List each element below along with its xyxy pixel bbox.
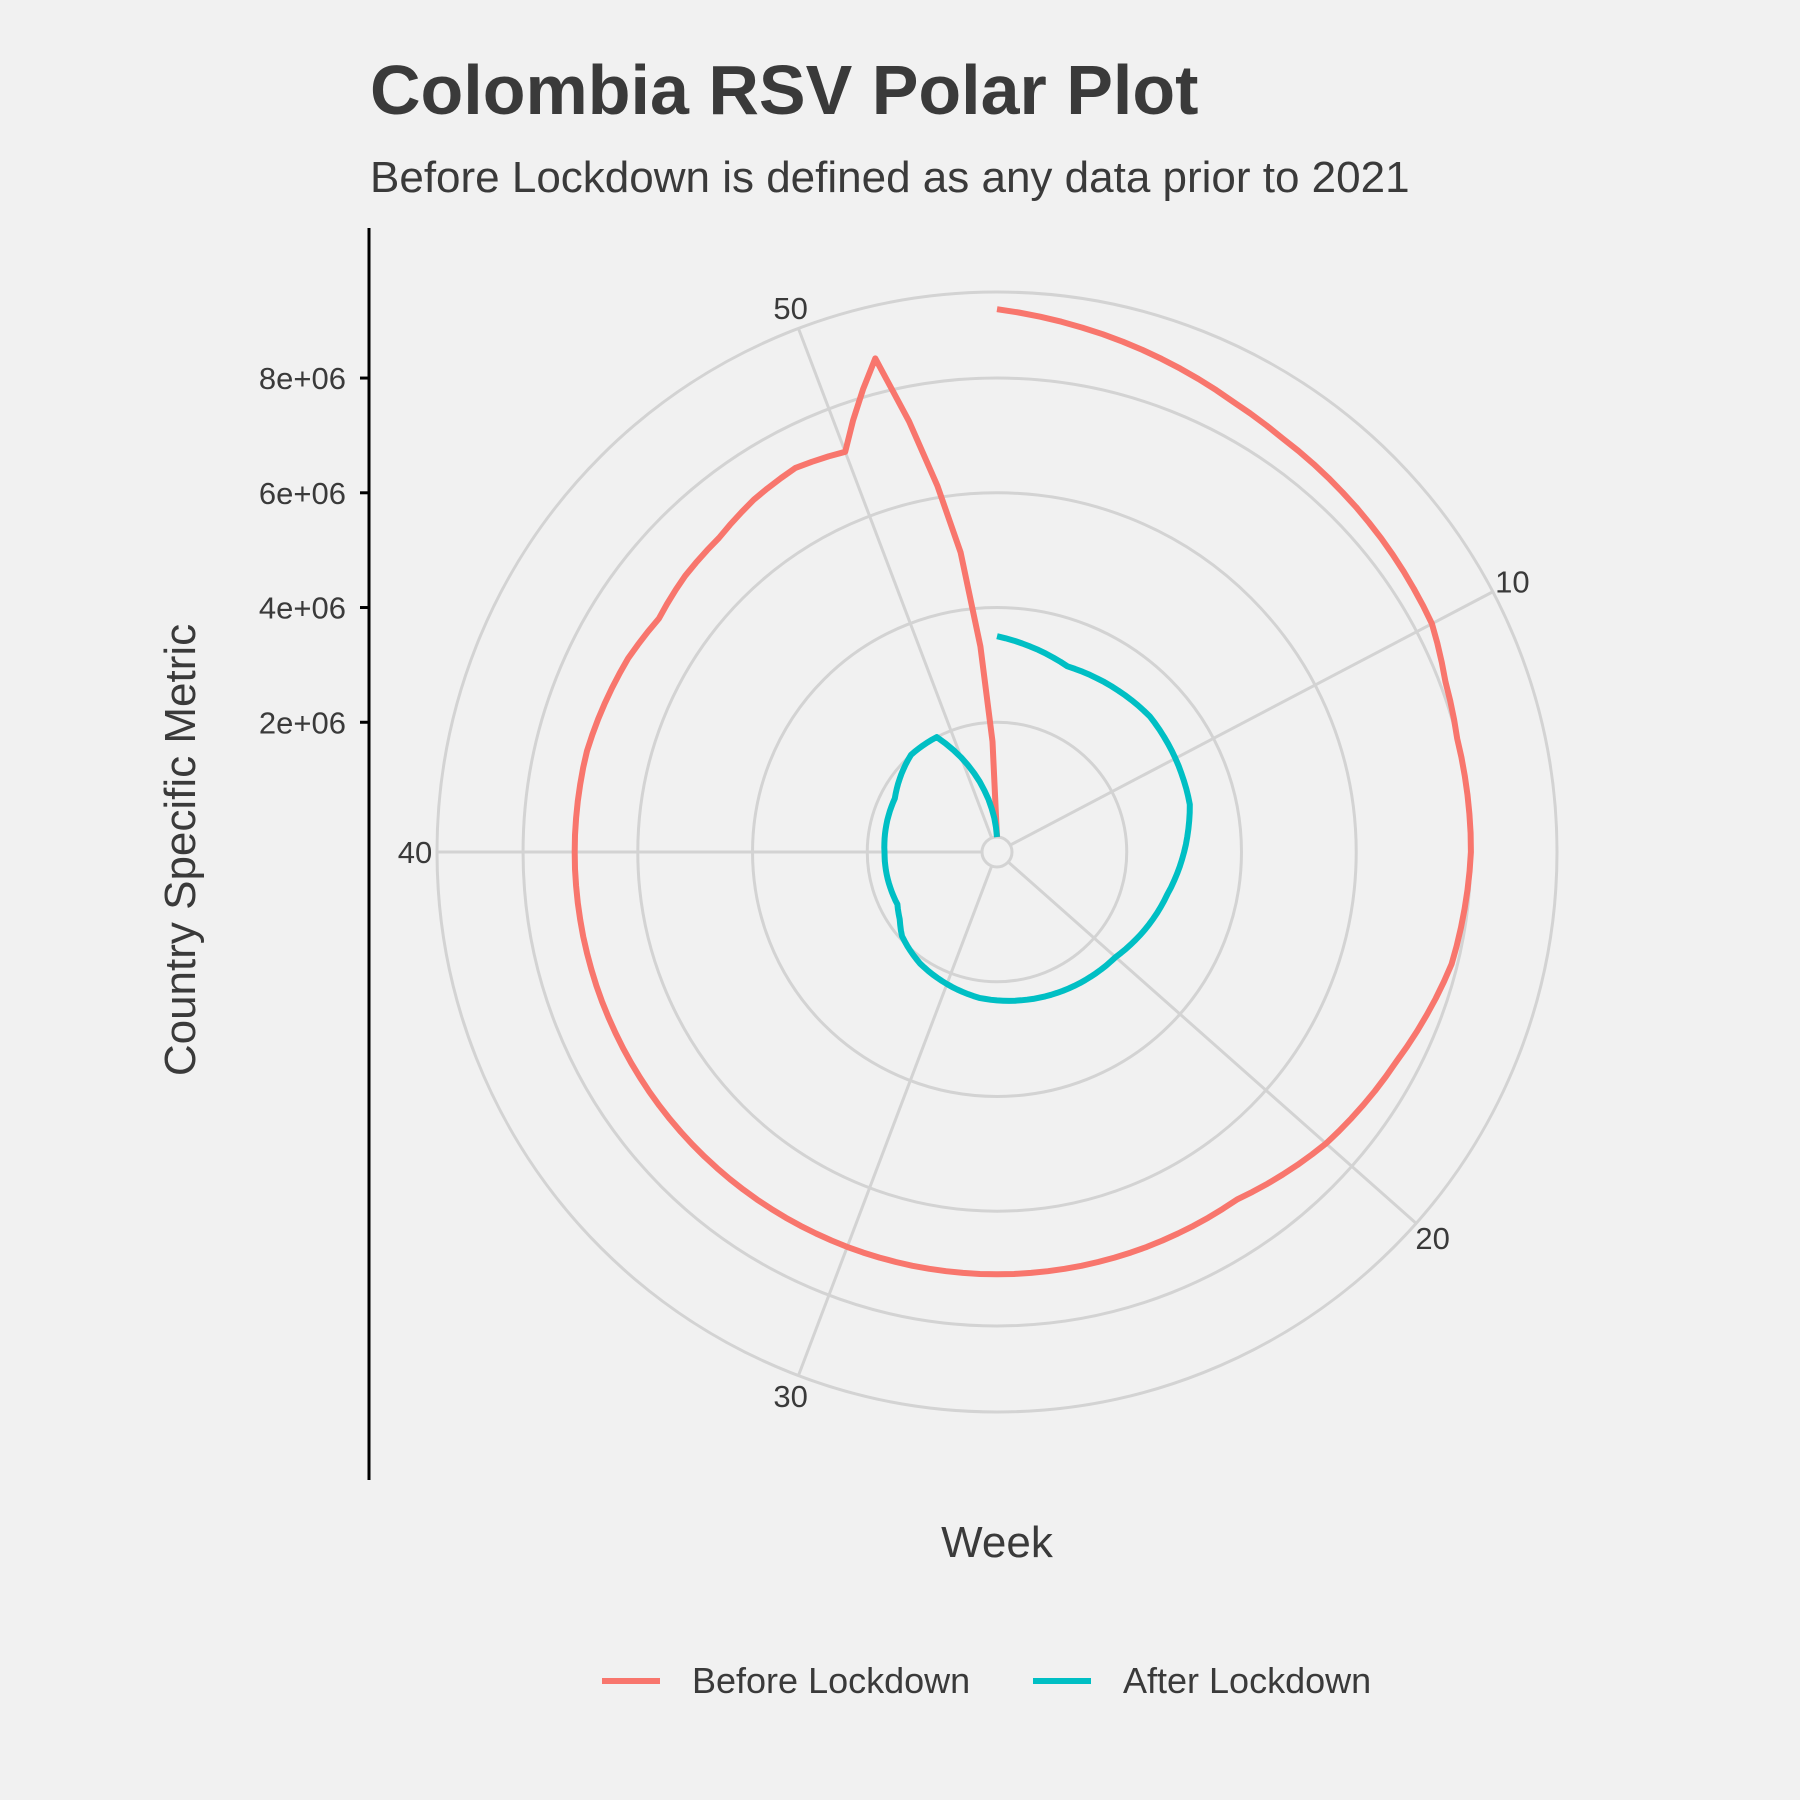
grid-spoke: [1009, 590, 1494, 847]
x-tick-label: 40: [398, 835, 432, 870]
polar-grid: 10 20 30 40 50: [398, 290, 1559, 1414]
polar-chart: Colombia RSV Polar Plot Before Lockdown …: [156, 51, 1559, 1701]
series-layer: [571, 306, 1474, 1278]
y-axis: 2e+06 4e+06 6e+06 8e+06: [259, 361, 369, 740]
grid-circle: [980, 835, 1014, 869]
x-tick-label: 10: [1495, 565, 1529, 600]
grid-spoke: [797, 865, 994, 1377]
series-line-before-lockdown: [571, 306, 1474, 1278]
y-tick-label: 8e+06: [259, 361, 346, 396]
y-tick-label: 6e+06: [259, 476, 346, 511]
y-tick-label: 4e+06: [259, 591, 346, 626]
y-tick-label: 2e+06: [259, 705, 346, 740]
legend-label-before-lockdown: Before Lockdown: [692, 1660, 970, 1701]
series-line-after-lockdown: [881, 633, 1193, 1004]
x-axis-title: Week: [941, 1518, 1054, 1567]
x-tick-label: 30: [773, 1379, 807, 1414]
y-axis-title: Country Specific Metric: [156, 624, 205, 1076]
legend-label-after-lockdown: After Lockdown: [1123, 1660, 1371, 1701]
chart-subtitle: Before Lockdown is defined as any data p…: [370, 153, 1410, 202]
x-tick-label: 20: [1415, 1221, 1449, 1256]
x-tick-label: 50: [773, 291, 807, 326]
grid-spoke: [1007, 860, 1418, 1225]
chart-title: Colombia RSV Polar Plot: [370, 51, 1198, 129]
legend: Before Lockdown After Lockdown: [602, 1660, 1371, 1701]
